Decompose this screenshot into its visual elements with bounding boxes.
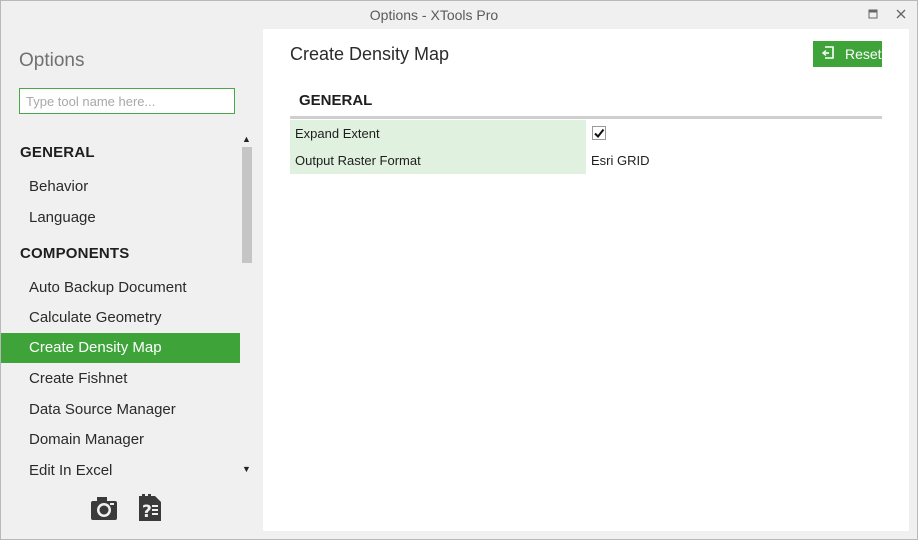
sidebar-title: Options: [19, 50, 85, 71]
property-name: Expand Extent: [290, 120, 586, 147]
reset-button[interactable]: Reset: [813, 41, 882, 67]
sidebar-item-create-fishnet[interactable]: Create Fishnet: [1, 364, 240, 394]
svg-text:?: ?: [142, 502, 152, 522]
search-input[interactable]: [19, 88, 235, 114]
close-icon[interactable]: [891, 5, 911, 25]
sidebar-item-language[interactable]: Language: [1, 203, 240, 233]
reset-label: Reset: [845, 46, 882, 62]
page-title: Create Density Map: [290, 44, 450, 64]
sidebar-item-calculate-geometry[interactable]: Calculate Geometry: [1, 303, 240, 333]
title-bar: Options - XTools Pro: [1, 1, 917, 29]
property-name: Output Raster Format: [290, 147, 586, 174]
sidebar-item-edit-in-excel[interactable]: Edit In Excel: [1, 456, 240, 486]
section-title: GENERAL: [299, 92, 373, 109]
nav-header-general: GENERAL: [20, 144, 95, 161]
options-nav: GENERAL Behavior Language COMPONENTS Aut…: [1, 134, 241, 489]
scrollbar-thumb[interactable]: [242, 147, 252, 263]
sidebar-item-auto-backup-document[interactable]: Auto Backup Document: [1, 273, 240, 303]
sidebar-item-domain-manager[interactable]: Domain Manager: [1, 425, 240, 455]
restore-icon[interactable]: [863, 5, 883, 25]
scroll-up-arrow-icon[interactable]: ▲: [241, 134, 252, 144]
sidebar-item-behavior[interactable]: Behavior: [1, 172, 240, 202]
camera-icon[interactable]: [89, 493, 119, 523]
section-divider: [290, 116, 882, 119]
sidebar-item-create-density-map[interactable]: Create Density Map: [1, 333, 240, 363]
property-row-output-raster-format: Output Raster Format Esri GRID: [290, 147, 882, 174]
window-title: Options - XTools Pro: [369, 7, 499, 23]
property-row-expand-extent: Expand Extent: [290, 120, 882, 147]
main-panel: Create Density Map Reset GENERAL Expand …: [263, 29, 909, 531]
options-window: Options - XTools Pro Options GENERAL Beh…: [0, 0, 918, 540]
scroll-down-arrow-icon[interactable]: ▼: [241, 464, 252, 474]
help-document-icon[interactable]: ?: [135, 493, 165, 523]
sidebar: Options GENERAL Behavior Language COMPON…: [1, 29, 263, 539]
nav-header-components: COMPONENTS: [20, 245, 130, 262]
expand-extent-checkbox[interactable]: [592, 126, 606, 140]
sidebar-item-data-source-manager[interactable]: Data Source Manager: [1, 395, 240, 425]
output-raster-format-value[interactable]: Esri GRID: [591, 147, 650, 174]
reset-icon: [821, 46, 834, 62]
